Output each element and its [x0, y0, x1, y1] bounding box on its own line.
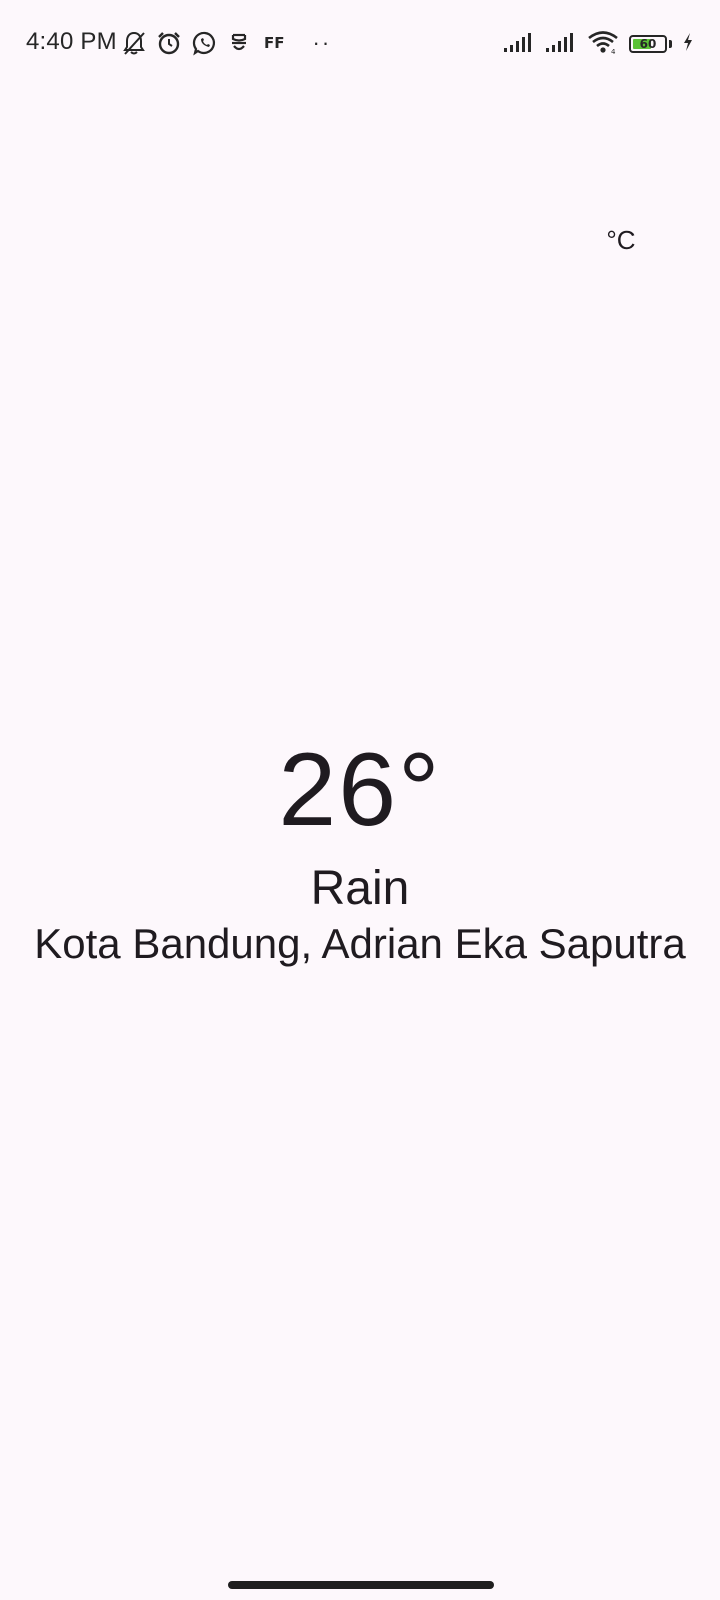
app-notification-icon — [228, 30, 250, 56]
notification-icons: FF ·· — [122, 26, 331, 60]
charging-icon — [682, 32, 694, 57]
unit-toggle-button[interactable]: °C — [596, 220, 646, 260]
svg-text:4: 4 — [611, 48, 616, 54]
temperature-value: 26° — [278, 732, 442, 848]
home-indicator[interactable] — [228, 1581, 494, 1589]
weather-condition: Rain — [310, 862, 410, 915]
ff-icon: FF — [264, 34, 285, 52]
wifi-icon: 4 — [587, 30, 619, 59]
alarm-icon — [156, 30, 182, 56]
status-time: 4:40 PM — [26, 28, 117, 55]
signal-icon — [503, 31, 535, 58]
weather-summary: 26° Rain Kota Bandung, Adrian Eka Saputr… — [0, 730, 720, 970]
system-icons: 4 60 — [503, 28, 694, 60]
more-notifications-indicator: ·· — [312, 30, 332, 55]
battery-icon: 60 — [629, 35, 667, 53]
location-label: Kota Bandung, Adrian Eka Saputra — [34, 920, 686, 967]
battery-tip — [669, 40, 672, 48]
whatsapp-icon — [192, 30, 218, 56]
status-bar: 4:40 PM FF ·· 4 60 — [0, 0, 720, 90]
battery-level: 60 — [639, 37, 657, 51]
signal-icon — [545, 31, 577, 58]
bell-off-icon — [122, 30, 146, 56]
